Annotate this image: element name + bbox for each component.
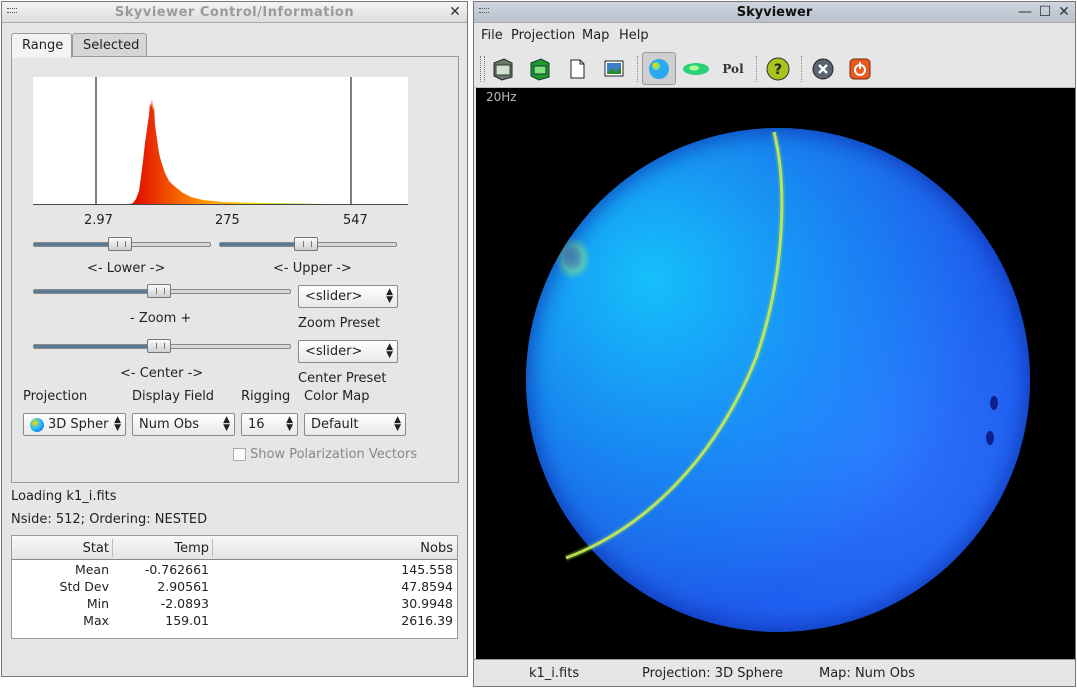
zoom-label: - Zoom + <box>130 311 192 326</box>
sphere-icon <box>30 418 44 432</box>
quit-icon[interactable] <box>843 52 877 85</box>
colormap-label: Color Map <box>304 389 370 404</box>
table-row[interactable]: Max 159.01 2616.39 <box>12 613 457 630</box>
sphere-view-icon[interactable] <box>642 52 676 85</box>
column-header-nobs[interactable]: Nobs <box>212 541 453 556</box>
polarization-label: Show Polarization Vectors <box>250 447 418 462</box>
colormap-select[interactable]: Default ▲ ▼ <box>304 413 406 436</box>
rigging-select[interactable]: 16 ▲ ▼ <box>241 413 298 436</box>
svg-text:?: ? <box>774 62 782 78</box>
upper-label: <- Upper -> <box>273 261 352 276</box>
toolbar: Pol ? <box>474 48 1075 88</box>
lower-slider-thumb[interactable] <box>108 237 133 251</box>
sphere-features <box>564 131 998 562</box>
close-map-icon[interactable] <box>806 52 840 85</box>
rigging-label: Rigging <box>241 389 291 404</box>
zoom-slider-thumb[interactable] <box>147 284 172 298</box>
histogram-bars <box>128 99 408 205</box>
dark-spot <box>990 396 998 410</box>
ellipse-view-icon[interactable] <box>679 52 713 85</box>
sky-map-viewport[interactable]: 20Hz <box>476 88 1075 659</box>
stats-table: Stat Temp Nobs Mean -0.762661 145.558 St… <box>11 535 458 639</box>
stats-table-header: Stat Temp Nobs <box>12 536 457 560</box>
lower-label: <- Lower -> <box>87 261 166 276</box>
display-field-select[interactable]: Num Obs ▲ ▼ <box>132 413 235 436</box>
screenshot-icon[interactable] <box>597 52 631 85</box>
histogram-plot <box>33 77 408 205</box>
maximize-icon[interactable]: ☐ <box>1037 4 1053 20</box>
skyviewer-title: Skyviewer <box>736 5 813 20</box>
nside-text: Nside: 512; Ordering: NESTED <box>11 512 208 527</box>
close-icon[interactable]: ✕ <box>447 4 463 20</box>
status-projection: Projection: 3D Sphere <box>642 666 784 681</box>
dark-spot <box>986 431 994 445</box>
zoom-preset-select[interactable]: <slider> ▲ ▼ <box>298 285 398 308</box>
center-slider-thumb[interactable] <box>147 339 172 353</box>
control-titlebar[interactable]: Skyviewer Control/Information ✕ <box>2 2 467 23</box>
column-header-temp[interactable]: Temp <box>112 541 209 556</box>
skyviewer-window: Skyviewer — ☐ ✕ File Projection Map Help… <box>473 1 1076 687</box>
help-icon[interactable]: ? <box>761 52 795 85</box>
menu-projection[interactable]: Projection <box>511 28 575 43</box>
polarization-checkbox[interactable] <box>233 448 246 461</box>
status-file: k1_i.fits <box>529 666 580 681</box>
lower-slider[interactable] <box>33 237 211 251</box>
center-label: <- Center -> <box>120 366 204 381</box>
status-map: Map: Num Obs <box>819 666 915 681</box>
close-icon[interactable]: ✕ <box>1056 4 1072 20</box>
center-slider[interactable] <box>33 339 291 353</box>
menubar: File Projection Map Help <box>474 24 1075 48</box>
center-preset-label: Center Preset <box>298 371 387 386</box>
display-field-label: Display Field <box>132 389 215 404</box>
table-row[interactable]: Min -2.0893 30.9948 <box>12 596 457 613</box>
control-window-title: Skyviewer Control/Information <box>114 5 355 20</box>
control-window: Skyviewer Control/Information ✕ Range Se… <box>1 1 468 677</box>
hist-tick-max: 547 <box>343 213 368 228</box>
projection-label: Projection <box>23 389 88 404</box>
loading-text: Loading k1_i.fits <box>11 489 117 504</box>
menu-help[interactable]: Help <box>619 28 649 43</box>
tab-range[interactable]: Range <box>11 33 72 58</box>
hist-tick-min: 2.97 <box>84 213 113 228</box>
upper-slider[interactable] <box>219 237 397 251</box>
range-panel: 2.97 275 547 <- Lower -> <- Upper -> <sl… <box>11 56 459 483</box>
projection-select[interactable]: 3D Spher ▲ ▼ <box>23 413 126 436</box>
histogram <box>33 77 408 205</box>
open-green-icon[interactable] <box>523 52 557 85</box>
toolbar-handle[interactable] <box>480 56 485 82</box>
center-preset-select[interactable]: <slider> ▲ ▼ <box>298 340 398 363</box>
galactic-plane-arc <box>565 131 784 560</box>
minimize-icon[interactable]: — <box>1017 4 1033 20</box>
new-document-icon[interactable] <box>560 52 594 85</box>
band-label: 20Hz <box>486 90 517 104</box>
menu-map[interactable]: Map <box>582 28 609 43</box>
skyviewer-titlebar[interactable]: Skyviewer — ☐ ✕ <box>474 2 1075 23</box>
upper-slider-thumb[interactable] <box>294 237 319 251</box>
sky-sphere[interactable] <box>526 128 1030 632</box>
open-icon[interactable] <box>486 52 520 85</box>
menu-file[interactable]: File <box>481 28 503 43</box>
hist-tick-mid: 275 <box>215 213 240 228</box>
column-header-stat[interactable]: Stat <box>12 541 109 556</box>
zoom-preset-label: Zoom Preset <box>298 316 381 331</box>
table-row[interactable]: Mean -0.762661 145.558 <box>12 562 457 579</box>
table-row[interactable]: Std Dev 2.90561 47.8594 <box>12 579 457 596</box>
status-bar: k1_i.fits Projection: 3D Sphere Map: Num… <box>474 659 1075 686</box>
tab-selected[interactable]: Selected <box>72 33 147 57</box>
zoom-slider[interactable] <box>33 284 291 298</box>
polarization-icon[interactable]: Pol <box>716 52 750 85</box>
